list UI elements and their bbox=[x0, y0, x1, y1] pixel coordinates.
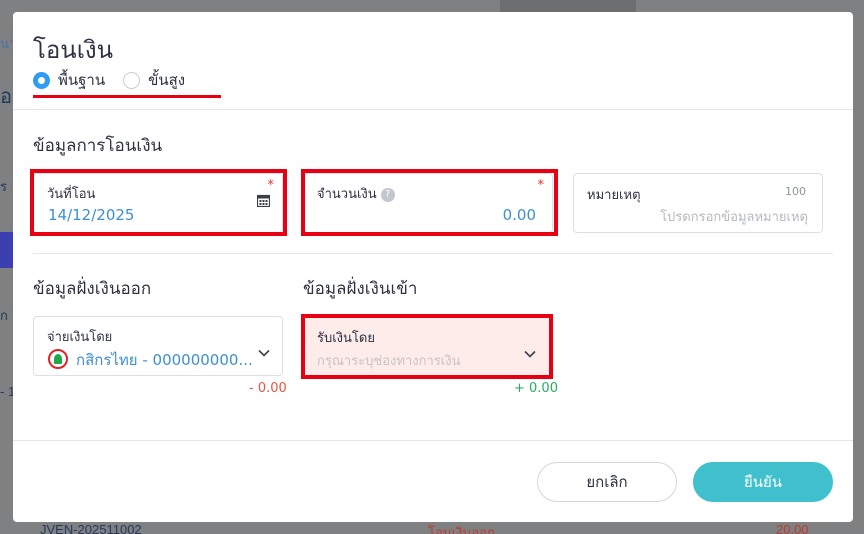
confirm-button[interactable]: ยืนยัน bbox=[693, 462, 833, 502]
incoming-amount: + 0.00 bbox=[514, 381, 558, 396]
mode-advanced-label: ขั้นสูง bbox=[148, 71, 186, 89]
pay-by-value-text: กสิกรไทย - 000000000... bbox=[76, 351, 253, 369]
note-field[interactable]: หมายเหตุ 100 โปรดกรอกข้อมูลหมายเหตุ bbox=[573, 173, 823, 233]
footer-divider bbox=[13, 440, 853, 441]
mode-selector: พื้นฐาน ขั้นสูง bbox=[33, 68, 221, 98]
chevron-down-icon[interactable] bbox=[258, 349, 270, 357]
kasikorn-bank-logo-icon bbox=[48, 349, 68, 369]
transfer-info-title: ข้อมูลการโอนเงิน bbox=[33, 136, 163, 155]
amount-label-text: จำนวนเงิน bbox=[317, 187, 377, 202]
required-mark: * bbox=[537, 178, 545, 193]
amount-value[interactable]: 0.00 bbox=[503, 206, 536, 224]
pay-by-label: จ่ายเงินโดย bbox=[47, 330, 113, 345]
incoming-title: ข้อมูลฝั่งเงินเข้า bbox=[303, 279, 418, 298]
note-char-counter: 100 bbox=[785, 185, 806, 198]
background-amount: 20.00 bbox=[776, 522, 809, 534]
background-doc-id: JVEN-202511002 bbox=[40, 522, 142, 534]
mode-basic-label: พื้นฐาน bbox=[58, 71, 106, 89]
chevron-down-icon[interactable] bbox=[524, 350, 536, 358]
mode-advanced-option[interactable]: ขั้นสูง bbox=[123, 68, 185, 92]
header-divider bbox=[13, 109, 853, 110]
modal-title: โอนเงิน bbox=[33, 37, 114, 64]
section-divider bbox=[33, 253, 833, 254]
background-fragment: ก bbox=[0, 308, 8, 323]
background-fragment: อ bbox=[0, 86, 13, 108]
background-doc-type: โอนเงินออก bbox=[428, 525, 495, 534]
pay-by-value[interactable]: กสิกรไทย - 000000000... bbox=[48, 348, 253, 372]
transfer-date-value[interactable]: 14/12/2025 bbox=[48, 206, 134, 224]
cancel-button[interactable]: ยกเลิก bbox=[537, 462, 677, 502]
radio-checked-icon[interactable] bbox=[33, 71, 50, 89]
transfer-date-field[interactable]: วันที่โอน * 14/12/2025 bbox=[33, 173, 283, 233]
receive-by-select[interactable]: รับเงินโดย กรุณาระบุช่องทางการเงิน bbox=[305, 318, 549, 376]
receive-by-placeholder[interactable]: กรุณาระบุช่องทางการเงิน bbox=[317, 350, 460, 371]
receive-by-label: รับเงินโดย bbox=[317, 331, 375, 346]
background-fragment: ร bbox=[0, 179, 7, 194]
note-placeholder[interactable]: โปรดกรอกข้อมูลหมายเหตุ bbox=[660, 206, 808, 227]
background-button bbox=[0, 232, 13, 268]
note-label: หมายเหตุ bbox=[587, 188, 641, 203]
pay-by-select[interactable]: จ่ายเงินโดย กสิกรไทย - 000000000... bbox=[33, 316, 283, 376]
calendar-icon[interactable] bbox=[257, 194, 270, 207]
amount-label: จำนวนเงิน? bbox=[317, 183, 395, 204]
radio-unchecked-icon[interactable] bbox=[123, 71, 141, 89]
outgoing-title: ข้อมูลฝั่งเงินออก bbox=[33, 279, 152, 298]
mode-basic-option[interactable]: พื้นฐาน bbox=[33, 68, 105, 92]
amount-field[interactable]: จำนวนเงิน? * 0.00 bbox=[303, 173, 553, 233]
transfer-modal: โอนเงิน พื้นฐาน ขั้นสูง ข้อมูลการโอนเงิน… bbox=[13, 12, 853, 522]
help-icon[interactable]: ? bbox=[380, 188, 395, 202]
required-mark: * bbox=[267, 178, 275, 193]
outgoing-amount: - 0.00 bbox=[249, 381, 287, 396]
transfer-date-label: วันที่โอน bbox=[47, 187, 96, 202]
